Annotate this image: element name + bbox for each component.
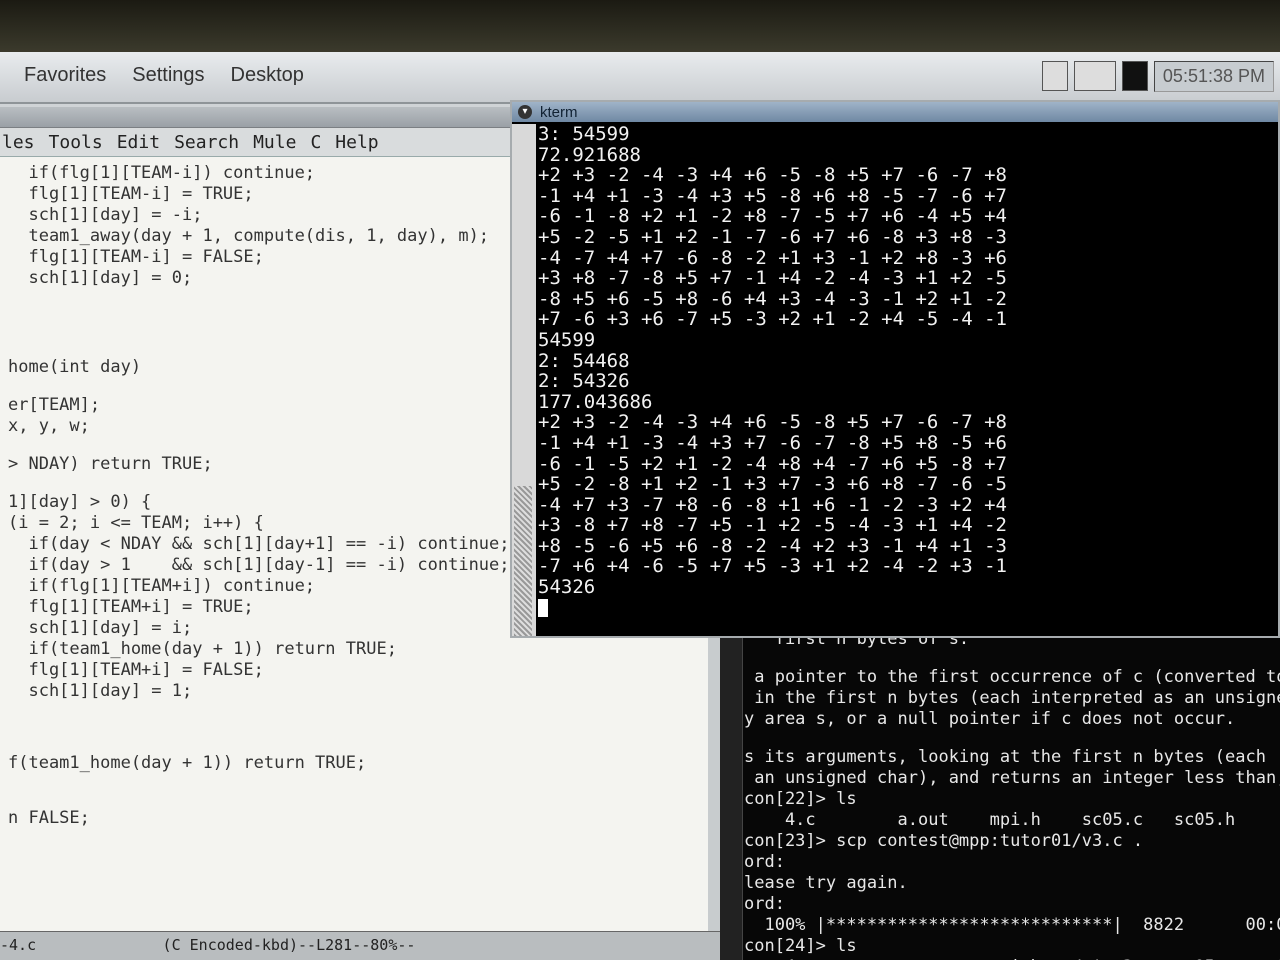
terminal-line: -6 -1 -8 +2 +1 -2 +8 -7 -5 +7 +6 -4 +5 +…: [538, 205, 1007, 228]
code-line: n FALSE;: [8, 808, 90, 828]
panel-menu: Favorites Settings Desktop: [24, 64, 304, 87]
cursor-block: [538, 598, 548, 617]
code-line: sch[1][day] = 1;: [8, 681, 193, 701]
terminal-line: -4 -7 +4 +7 -6 -8 -2 +1 +3 -1 +2 +8 -3 +…: [538, 246, 1007, 269]
terminal-line: +3 +8 -7 -8 +5 +7 -1 +4 -2 -4 -3 +1 +2 -…: [538, 267, 1007, 290]
terminal-line: 177.043686: [538, 390, 653, 413]
checkbox-applet-icon[interactable]: [1041, 61, 1068, 91]
desktop-screen: Favorites Settings Desktop 05:51:38 PM l…: [0, 52, 1280, 960]
terminal-line: +8 -5 -6 +5 +6 -8 -2 -4 +2 +3 -1 +4 +1 -…: [538, 534, 1007, 557]
terminal-line: y area s, or a null pointer if c does no…: [744, 709, 1236, 729]
terminal-line: -1 +4 +1 -3 -4 +3 +7 -6 -7 -8 +5 +8 -5 +…: [538, 431, 1007, 454]
panel-menu-settings[interactable]: Settings: [132, 64, 204, 87]
terminal-line: a pointer to the first occurrence of c (…: [744, 667, 1280, 687]
terminal-line: s its arguments, looking at the first n …: [744, 747, 1266, 767]
code-line: flg[1][TEAM+i] = FALSE;: [8, 660, 264, 680]
emacs-menu-files[interactable]: les: [2, 132, 35, 153]
code-line: f(team1_home(day + 1)) return TRUE;: [8, 753, 367, 773]
background-terminal-scrollbar[interactable]: [720, 627, 743, 960]
terminal-line: 4.c a.out mpi.h sc05.c sc05.h: [744, 810, 1236, 830]
terminal-line: +2 +3 -2 -4 -3 +4 +6 -5 -8 +5 +7 -6 -7 +…: [538, 164, 1007, 187]
terminal-line: 54326: [538, 576, 596, 599]
terminal-launcher-icon[interactable]: [1121, 61, 1148, 91]
terminal-line: an unsigned char), and returns an intege…: [744, 768, 1280, 788]
terminal-line: -1 +4 +1 -3 -4 +3 +5 -8 +6 +8 -5 -7 -6 +…: [538, 184, 1007, 207]
terminal-cursor: [538, 598, 1274, 619]
panel-menu-favorites[interactable]: Favorites: [24, 64, 106, 87]
kterm-titlebar[interactable]: ▾ kterm: [512, 102, 1278, 122]
emacs-menu-search[interactable]: Search: [174, 132, 239, 153]
terminal-line: con[23]> scp contest@mpp:tutor01/v3.c .: [744, 831, 1144, 851]
background-terminal[interactable]: first n bytes of s. a pointer to the fir…: [720, 627, 1280, 960]
emacs-menu-c[interactable]: C: [310, 132, 321, 153]
kterm-scroll-thumb[interactable]: [514, 486, 532, 636]
terminal-line: +7 -6 +3 +6 -7 +5 -3 +2 +1 -2 +4 -5 -4 -…: [538, 308, 1007, 331]
terminal-line: +2 +3 -2 -4 -3 +4 +6 -5 -8 +5 +7 -6 -7 +…: [538, 411, 1007, 434]
pager-applet-icon[interactable]: [1073, 61, 1116, 91]
terminal-line: -4 +7 +3 -7 +8 -6 -8 +1 +6 -1 -2 -3 +2 +…: [538, 493, 1007, 516]
system-tray: 05:51:38 PM: [1041, 58, 1280, 94]
monitor-bezel: [0, 0, 1280, 52]
terminal-line: -6 -1 -5 +2 +1 -2 -4 +8 +4 -7 +6 +5 -8 +…: [538, 452, 1007, 475]
kterm-scrollbar[interactable]: [512, 124, 536, 636]
panel-menu-desktop[interactable]: Desktop: [231, 64, 304, 87]
terminal-line: +5 -2 -5 +1 +2 -1 -7 -6 +7 +6 -8 +3 +8 -…: [538, 225, 1007, 248]
terminal-line: +3 -8 +7 +8 -7 +5 -1 +2 -5 -4 -3 +1 +4 -…: [538, 514, 1007, 537]
terminal-line: lease try again.: [744, 873, 908, 893]
kterm-title: kterm: [540, 103, 578, 121]
emacs-menu-mule[interactable]: Mule: [253, 132, 296, 153]
terminal-line: 2: 54326: [538, 370, 630, 393]
emacs-menu-help[interactable]: Help: [335, 132, 378, 153]
terminal-line: con[22]> ls: [744, 789, 857, 809]
terminal-line: in the first n bytes (each interpreted a…: [744, 688, 1280, 708]
terminal-line: +5 -2 -8 +1 +2 -1 +3 +7 -3 +6 +8 -7 -6 -…: [538, 473, 1007, 496]
kterm-output: 3: 54599 72.921688 +2 +3 -2 -4 -3 +4 +6 -5…: [538, 124, 1274, 632]
panel-clock[interactable]: 05:51:38 PM: [1153, 60, 1274, 92]
terminal-line: -7 +6 +4 -6 -5 +7 +5 -3 +1 +2 -4 -2 +3 -…: [538, 555, 1007, 578]
terminal-line: ord:: [744, 894, 785, 914]
window-menu-icon[interactable]: ▾: [518, 105, 532, 119]
desktop-panel: Favorites Settings Desktop 05:51:38 PM: [0, 52, 1280, 104]
kterm-window[interactable]: ▾ kterm 3: 54599 72.921688 +2 +3 -2 -4 -3 …: [510, 100, 1280, 638]
emacs-modeline: -4.c (C Encoded-kbd)--L281--80%--: [0, 931, 720, 960]
background-terminal-output: first n bytes of s. a pointer to the fir…: [744, 627, 1280, 960]
terminal-line: -8 +5 +6 -5 +8 -6 +4 +3 -4 -3 -1 +2 +1 -…: [538, 287, 1007, 310]
code-line: if(team1_home(day + 1)) return TRUE;: [8, 639, 397, 659]
emacs-menu-edit[interactable]: Edit: [117, 132, 160, 153]
terminal-line: 72.921688: [538, 143, 641, 166]
terminal-line: 54599: [538, 328, 596, 351]
terminal-line: 3: 54599: [538, 124, 630, 145]
emacs-menu-tools[interactable]: Tools: [49, 132, 103, 153]
terminal-line: 2: 54468: [538, 349, 630, 372]
terminal-line: ord:: [744, 852, 785, 872]
terminal-line: con[24]> ls: [744, 936, 857, 956]
terminal-line: 100% |****************************| 8822…: [744, 915, 1280, 935]
